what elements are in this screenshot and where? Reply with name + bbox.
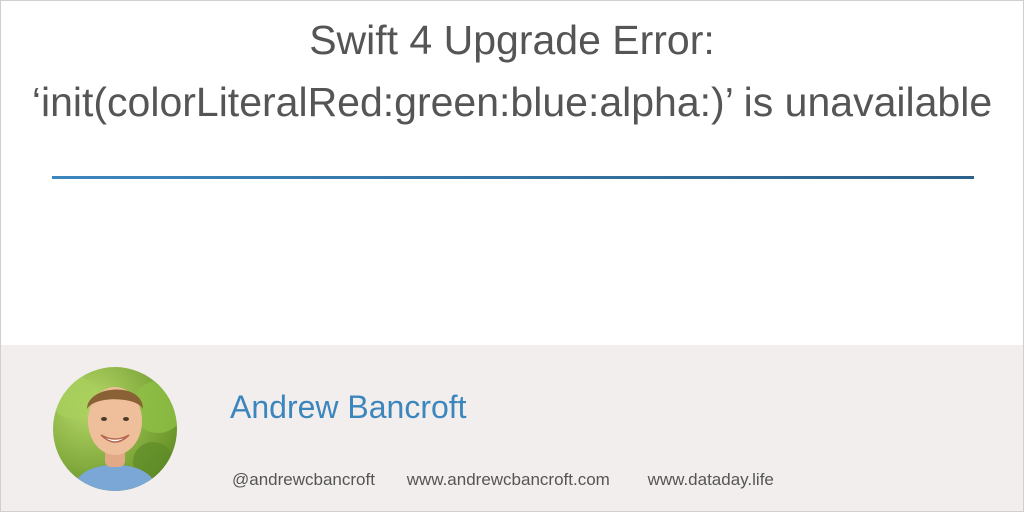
author-avatar bbox=[53, 367, 177, 491]
author-name: Andrew Bancroft bbox=[230, 389, 467, 425]
author-footer: Andrew Bancroft @andrewcbancroft www.and… bbox=[1, 345, 1023, 511]
post-card: Swift 4 Upgrade Error: ‘init(colorLitera… bbox=[0, 0, 1024, 512]
title-divider bbox=[52, 176, 974, 179]
title-area: Swift 4 Upgrade Error: ‘init(colorLitera… bbox=[1, 9, 1023, 133]
dataday-link[interactable]: www.dataday.life bbox=[648, 469, 774, 491]
post-title: Swift 4 Upgrade Error: ‘init(colorLitera… bbox=[31, 17, 993, 125]
website-link[interactable]: www.andrewcbancroft.com bbox=[407, 469, 610, 491]
avatar-photo-icon bbox=[53, 375, 177, 491]
author-links: @andrewcbancroft www.andrewcbancroft.com… bbox=[232, 469, 774, 491]
twitter-handle-link[interactable]: @andrewcbancroft bbox=[232, 469, 375, 491]
